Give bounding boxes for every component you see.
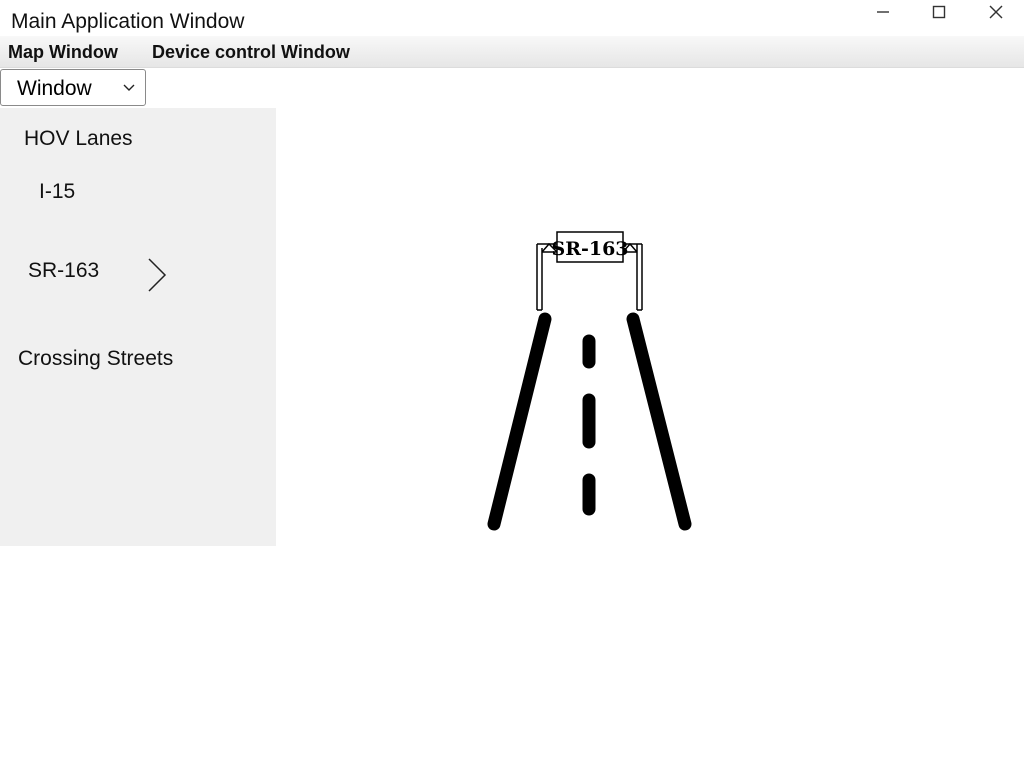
window-select[interactable]: Window (0, 69, 146, 106)
window-select-value: Window (17, 77, 92, 100)
sidebar-item-hov-lanes[interactable]: HOV Lanes (24, 126, 133, 152)
highway-road-icon: SR-163 (487, 231, 692, 531)
sidebar-item-crossing-streets[interactable]: Crossing Streets (18, 346, 173, 372)
title-bar: Main Application Window (0, 0, 1024, 36)
menu-device-control-window[interactable]: Device control Window (152, 41, 350, 63)
highway-sign-text: SR-163 (551, 238, 628, 260)
app-title: Main Application Window (11, 10, 245, 33)
minimize-icon (877, 11, 889, 13)
chevron-down-icon (123, 84, 135, 91)
road-left-edge (487, 312, 552, 531)
sidebar: HOV Lanes I-15 SR-163 Crossing Streets (0, 108, 276, 546)
menu-map-window[interactable]: Map Window (8, 41, 118, 63)
sidebar-item-sr-163[interactable]: SR-163 (28, 258, 99, 284)
maximize-icon (932, 5, 946, 19)
sidebar-item-i-15[interactable]: I-15 (39, 179, 75, 205)
close-button[interactable] (973, 0, 1019, 24)
menu-bar: Map Window Device control Window (0, 36, 1024, 68)
maximize-button[interactable] (916, 0, 962, 24)
road-right-edge (626, 312, 692, 531)
close-icon (989, 5, 1003, 19)
map-area: SR-163 (276, 108, 1024, 768)
minimize-button[interactable] (860, 0, 906, 24)
chevron-right-icon[interactable] (146, 258, 168, 292)
